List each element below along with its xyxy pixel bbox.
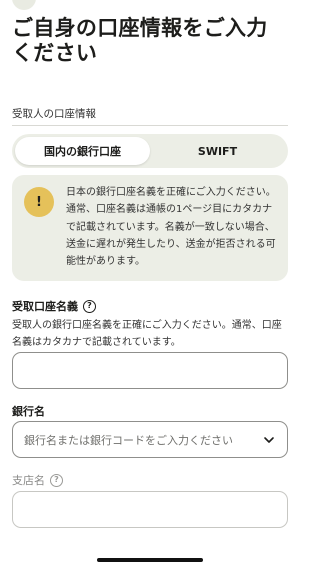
tab-swift-label: SWIFT — [197, 144, 238, 158]
section-label: 受取人の口座情報 — [12, 108, 96, 120]
account-name-description: 受取人の銀行口座名義を正確にご入力ください。通常、口座名義はカタカナで記載されて… — [12, 320, 282, 348]
tab-domestic-bank-label: 国内の銀行口座 — [44, 145, 121, 158]
notice-text: 日本の銀行口座名義を正確にご入力ください。通常、口座名義は通帳の1ページ目にカタ… — [66, 187, 276, 268]
exclamation-icon: ! — [24, 187, 54, 217]
home-indicator — [97, 558, 203, 562]
bank-name-select[interactable]: 銀行名または銀行コードをご入力ください — [12, 421, 288, 458]
account-name-input[interactable] — [12, 352, 288, 389]
page-title-line2: ください — [12, 41, 98, 65]
branch-name-label: 支店名 — [12, 474, 45, 487]
section-divider — [12, 125, 288, 126]
help-icon[interactable]: ? — [83, 299, 96, 313]
back-button[interactable] — [12, 0, 36, 10]
account-name-label: 受取口座名義 — [12, 300, 78, 313]
branch-name-label-row: 支店名 ? — [12, 472, 63, 488]
account-name-label-row: 受取口座名義 ? — [12, 298, 96, 314]
tab-swift[interactable]: SWIFT — [150, 137, 285, 165]
bank-name-label: 銀行名 — [12, 405, 45, 418]
bank-name-label-row: 銀行名 — [12, 403, 45, 419]
notice-box: ! 日本の銀行口座名義を正確にご入力ください。通常、口座名義は通帳の1ページ目に… — [12, 175, 288, 281]
branch-name-input[interactable] — [12, 491, 288, 528]
help-icon[interactable]: ? — [50, 473, 63, 487]
bank-name-placeholder: 銀行名または銀行コードをご入力ください — [24, 433, 233, 447]
chevron-down-icon — [264, 437, 274, 443]
page-title: ご自身の口座情報をご入力 ください — [12, 16, 294, 66]
tab-domestic-bank[interactable]: 国内の銀行口座 — [15, 137, 150, 165]
account-type-toggle: 国内の銀行口座 SWIFT — [12, 134, 288, 168]
page-title-line1: ご自身の口座情報をご入力 — [12, 16, 268, 40]
